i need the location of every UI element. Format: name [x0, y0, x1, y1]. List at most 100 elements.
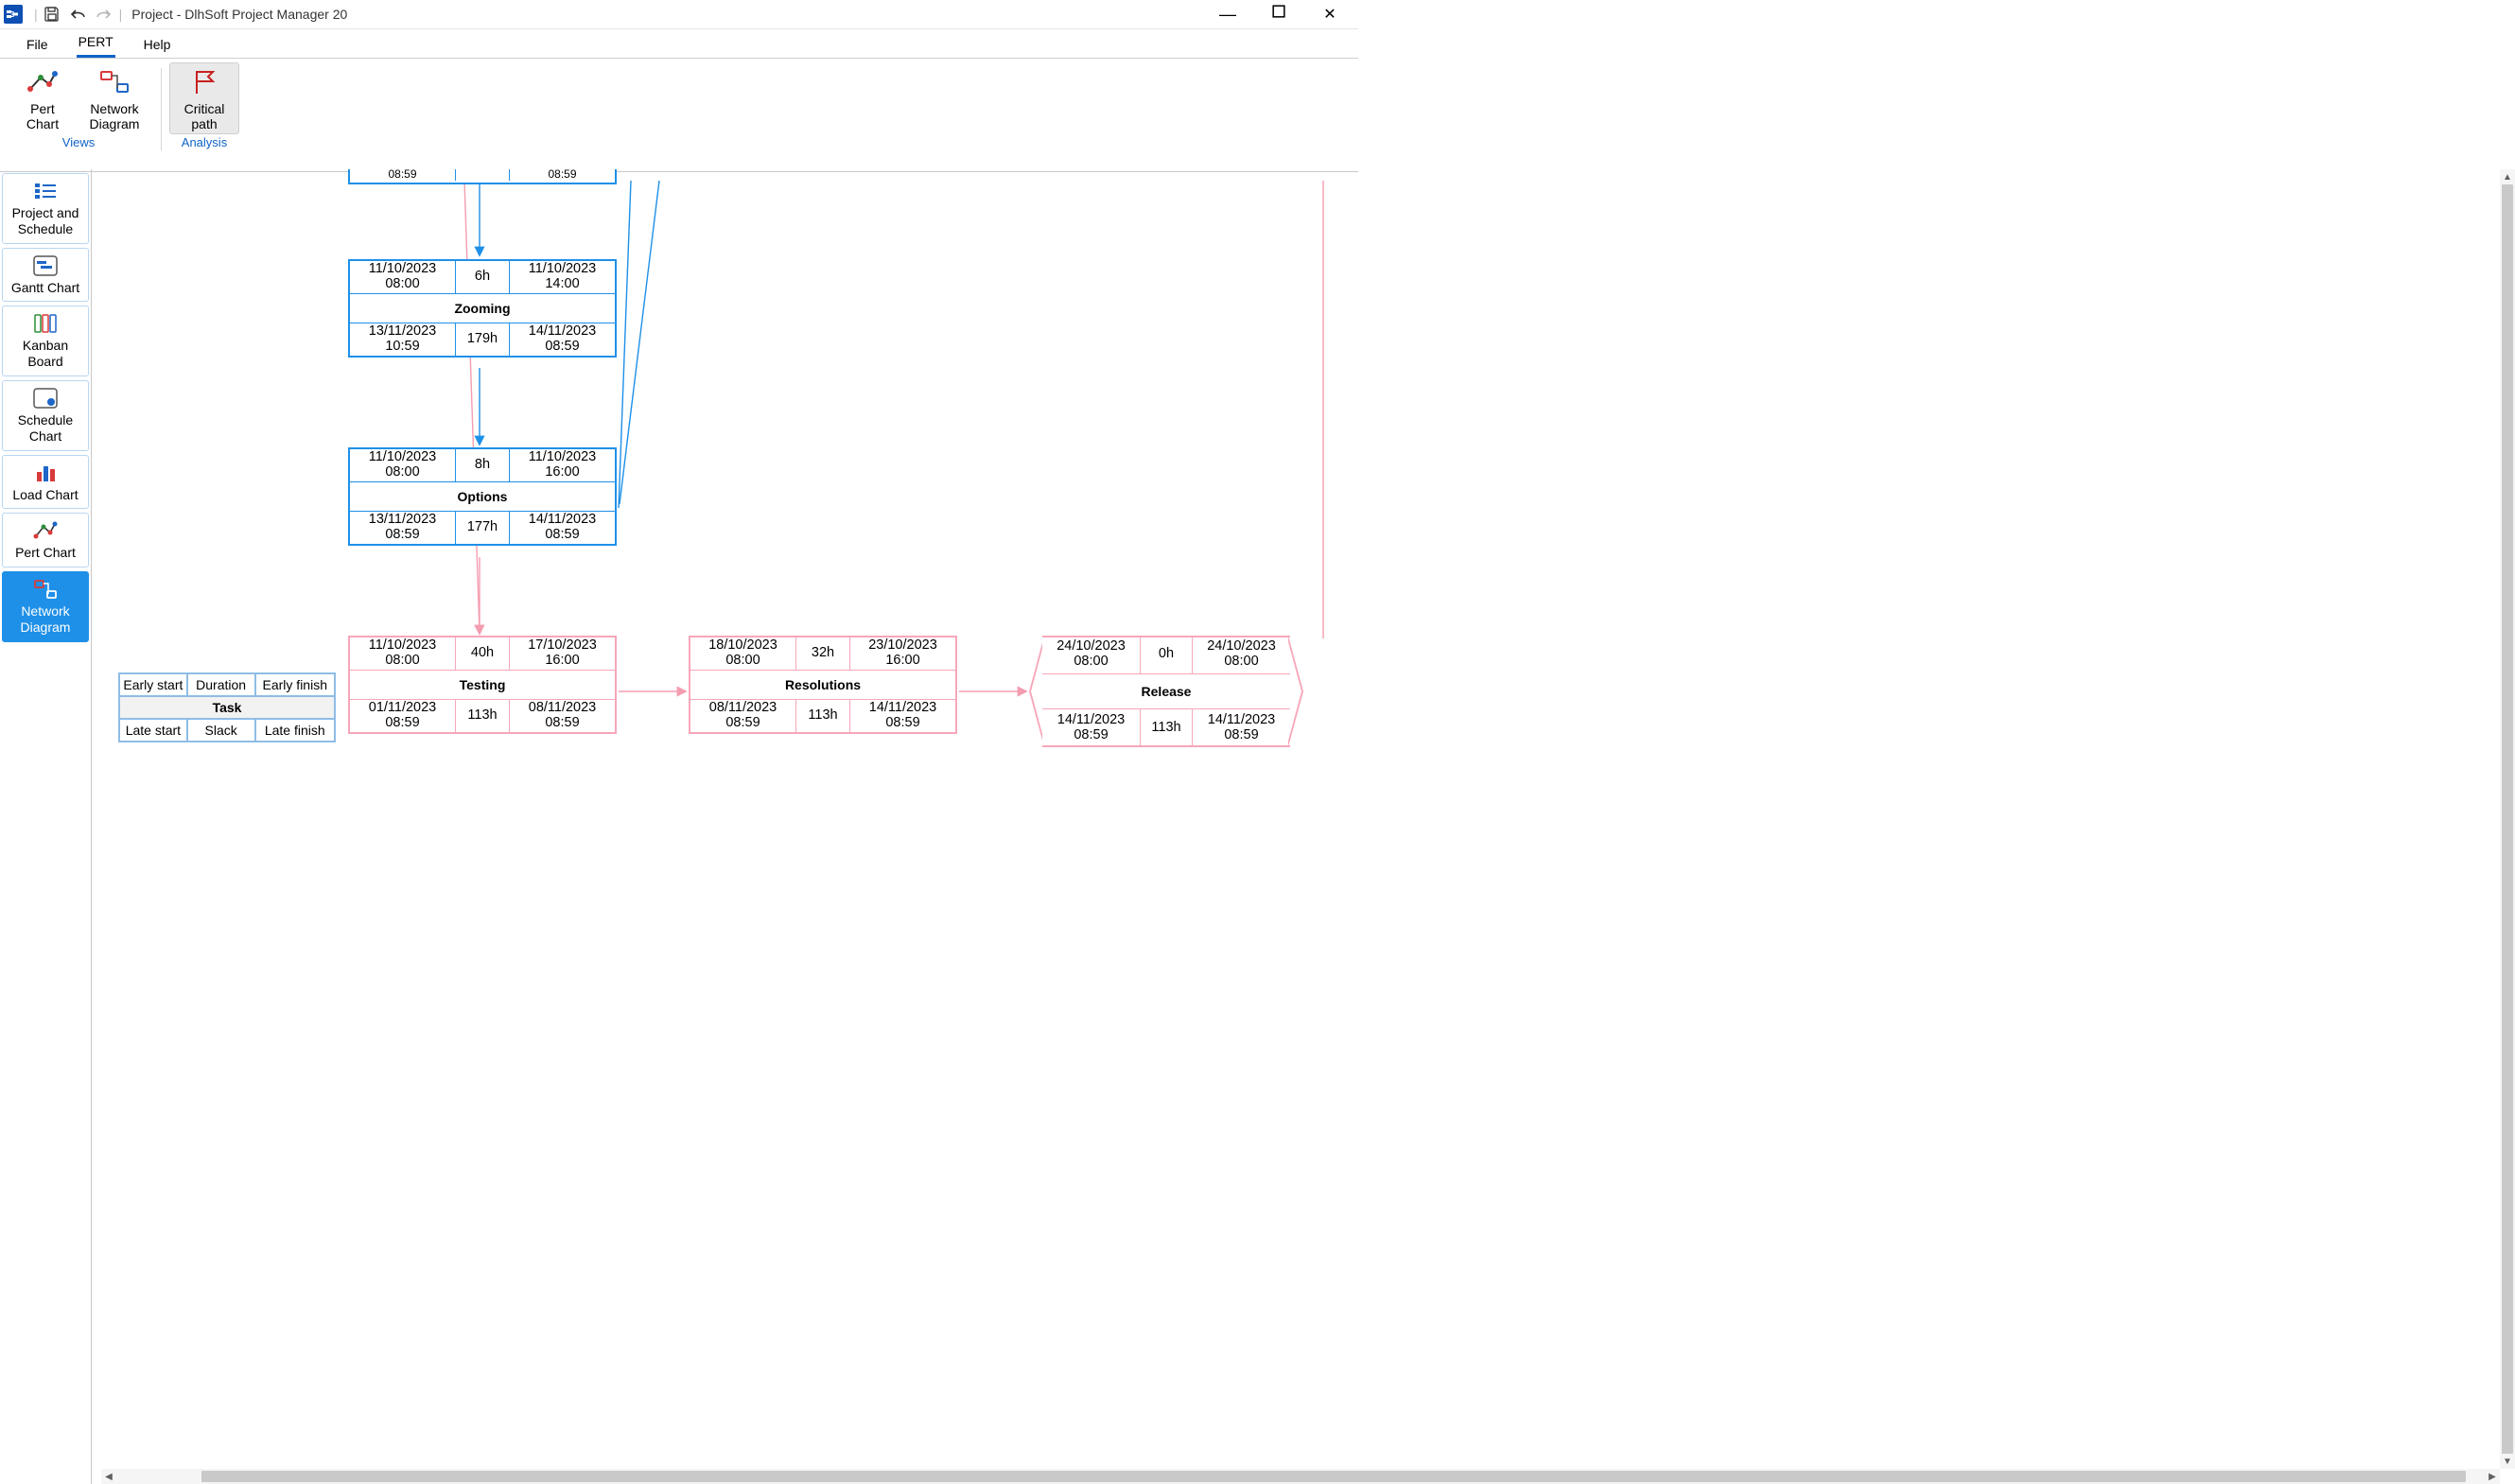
- task-node-release[interactable]: 24/10/202308:00 0h 24/10/202308:00 Relea…: [1029, 636, 1303, 747]
- sidebar-item-network-diagram[interactable]: Network Diagram: [2, 571, 89, 642]
- early-start: 11/10/202308:00: [350, 261, 455, 293]
- legend-late-start: Late start: [119, 719, 187, 742]
- ribbon-divider: [161, 68, 162, 150]
- schedule-icon: [33, 387, 58, 410]
- early-finish: 11/10/202314:00: [510, 261, 615, 293]
- horizontal-scrollbar[interactable]: ◀ ▶: [101, 1469, 2500, 1484]
- late-finish: 08/11/202308:59: [510, 700, 615, 732]
- legend-late-finish: Late finish: [255, 719, 336, 742]
- duration: 32h: [795, 637, 850, 670]
- close-icon[interactable]: ✕: [1317, 5, 1343, 25]
- duration: 40h: [455, 637, 510, 670]
- task-name: Zooming: [350, 293, 615, 323]
- pert-chart-button[interactable]: PertChart: [8, 62, 78, 134]
- slack: 177h: [455, 512, 510, 544]
- task-node-options[interactable]: 11/10/202308:00 8h 11/10/202316:00 Optio…: [348, 447, 617, 546]
- late-start: 14/11/202308:59: [1042, 709, 1140, 747]
- early-start: 18/10/202308:00: [690, 637, 795, 670]
- sidebar-item-label: Project and Schedule: [5, 205, 86, 237]
- slack: 113h: [795, 700, 850, 732]
- late-start: 08/11/202308:59: [690, 700, 795, 732]
- network-diagram-canvas[interactable]: 08:59 08:59 11/10/202308:00 6h 11/10/202…: [101, 169, 2500, 1469]
- redo-icon[interactable]: [95, 6, 114, 23]
- legend: Early start Duration Early finish Task L…: [118, 672, 336, 742]
- early-finish: 11/10/202316:00: [510, 449, 615, 481]
- button-label: NetworkDiagram: [90, 101, 140, 131]
- group-label: Analysis: [182, 135, 227, 149]
- menu-file[interactable]: File: [25, 33, 50, 58]
- vertical-scrollbar[interactable]: ▲ ▼: [2500, 169, 2515, 1469]
- task-name: Release: [1042, 673, 1290, 709]
- scroll-up-icon[interactable]: ▲: [2500, 169, 2515, 184]
- legend-duration: Duration: [187, 673, 255, 696]
- task-node-testing[interactable]: 11/10/202308:00 40h 17/10/202316:00 Test…: [348, 636, 617, 734]
- legend-early-finish: Early finish: [255, 673, 336, 696]
- late-start: 13/11/202310:59: [350, 323, 455, 356]
- connectors: [101, 169, 2500, 1469]
- sidebar-item-kanban-board[interactable]: Kanban Board: [2, 306, 89, 376]
- sidebar-item-schedule-chart[interactable]: Schedule Chart: [2, 380, 89, 451]
- duration: 6h: [455, 261, 510, 293]
- critical-path-button[interactable]: Criticalpath: [169, 62, 239, 134]
- sidebar-item-project-schedule[interactable]: Project and Schedule: [2, 173, 89, 244]
- minimize-icon[interactable]: —: [1214, 5, 1241, 25]
- titlebar: | | Project - DlhSoft Project Manager 20…: [0, 0, 1358, 29]
- diagram-viewport: 08:59 08:59 11/10/202308:00 6h 11/10/202…: [92, 169, 2515, 1484]
- menu-help[interactable]: Help: [142, 33, 173, 58]
- sidebar-item-label: Schedule Chart: [5, 412, 86, 445]
- early-finish: 17/10/202316:00: [510, 637, 615, 670]
- qat-separator-2: |: [119, 7, 123, 22]
- task-name: Testing: [350, 670, 615, 700]
- late-finish: 14/11/202308:59: [1193, 709, 1290, 747]
- flag-icon: [190, 65, 218, 99]
- scroll-right-icon[interactable]: ▶: [2485, 1469, 2500, 1484]
- sidebar-item-label: Kanban Board: [5, 338, 86, 370]
- ribbon: PertChart NetworkDiagram Views Criticalp…: [0, 58, 1358, 172]
- button-label: PertChart: [26, 101, 59, 131]
- save-icon[interactable]: [44, 6, 61, 23]
- sidebar-item-pert-chart[interactable]: Pert Chart: [2, 513, 89, 567]
- network-diagram-icon: [98, 65, 131, 99]
- workspace: Project and Schedule Gantt Chart Kanban …: [0, 169, 2515, 1484]
- qat-separator: |: [34, 7, 38, 22]
- sidebar-item-label: Pert Chart: [15, 545, 76, 561]
- slack: 179h: [455, 323, 510, 356]
- duration: 8h: [455, 449, 510, 481]
- bars-icon: [33, 462, 58, 484]
- late-finish: 14/11/202308:59: [850, 700, 955, 732]
- network-diagram-button[interactable]: NetworkDiagram: [79, 62, 149, 134]
- sidebar-item-load-chart[interactable]: Load Chart: [2, 455, 89, 510]
- scroll-down-icon[interactable]: ▼: [2500, 1454, 2515, 1469]
- view-sidebar: Project and Schedule Gantt Chart Kanban …: [0, 169, 92, 1484]
- undo-icon[interactable]: [68, 6, 87, 23]
- late-finish: 14/11/202308:59: [510, 323, 615, 356]
- task-name: Options: [350, 481, 615, 512]
- slack: 113h: [1140, 709, 1193, 747]
- ribbon-group-analysis: Criticalpath Analysis: [169, 62, 239, 169]
- app-icon: [4, 5, 23, 24]
- task-node-truncated[interactable]: 08:59 08:59: [348, 169, 617, 184]
- gantt-icon: [33, 254, 58, 277]
- group-label: Views: [62, 135, 95, 149]
- task-node-resolutions[interactable]: 18/10/202308:00 32h 23/10/202316:00 Reso…: [689, 636, 957, 734]
- pert-icon: [33, 519, 58, 542]
- sidebar-item-label: Network Diagram: [5, 603, 86, 636]
- late-start: 13/11/202308:59: [350, 512, 455, 544]
- pert-chart-icon: [26, 65, 59, 99]
- maximize-icon[interactable]: [1266, 5, 1292, 25]
- list-icon: [33, 180, 58, 202]
- early-finish: 24/10/202308:00: [1193, 636, 1290, 673]
- sidebar-item-label: Load Chart: [12, 487, 78, 503]
- legend-early-start: Early start: [119, 673, 187, 696]
- early-finish: 23/10/202316:00: [850, 637, 955, 670]
- menu-pert[interactable]: PERT: [77, 30, 115, 58]
- late-finish: 14/11/202308:59: [510, 512, 615, 544]
- early-start: 11/10/202308:00: [350, 637, 455, 670]
- task-node-zooming[interactable]: 11/10/202308:00 6h 11/10/202314:00 Zoomi…: [348, 259, 617, 358]
- task-name: Resolutions: [690, 670, 955, 700]
- scroll-left-icon[interactable]: ◀: [101, 1469, 116, 1484]
- sidebar-item-gantt-chart[interactable]: Gantt Chart: [2, 248, 89, 303]
- menu-bar: File PERT Help: [0, 29, 1358, 58]
- kanban-icon: [33, 312, 58, 335]
- slack: 113h: [455, 700, 510, 732]
